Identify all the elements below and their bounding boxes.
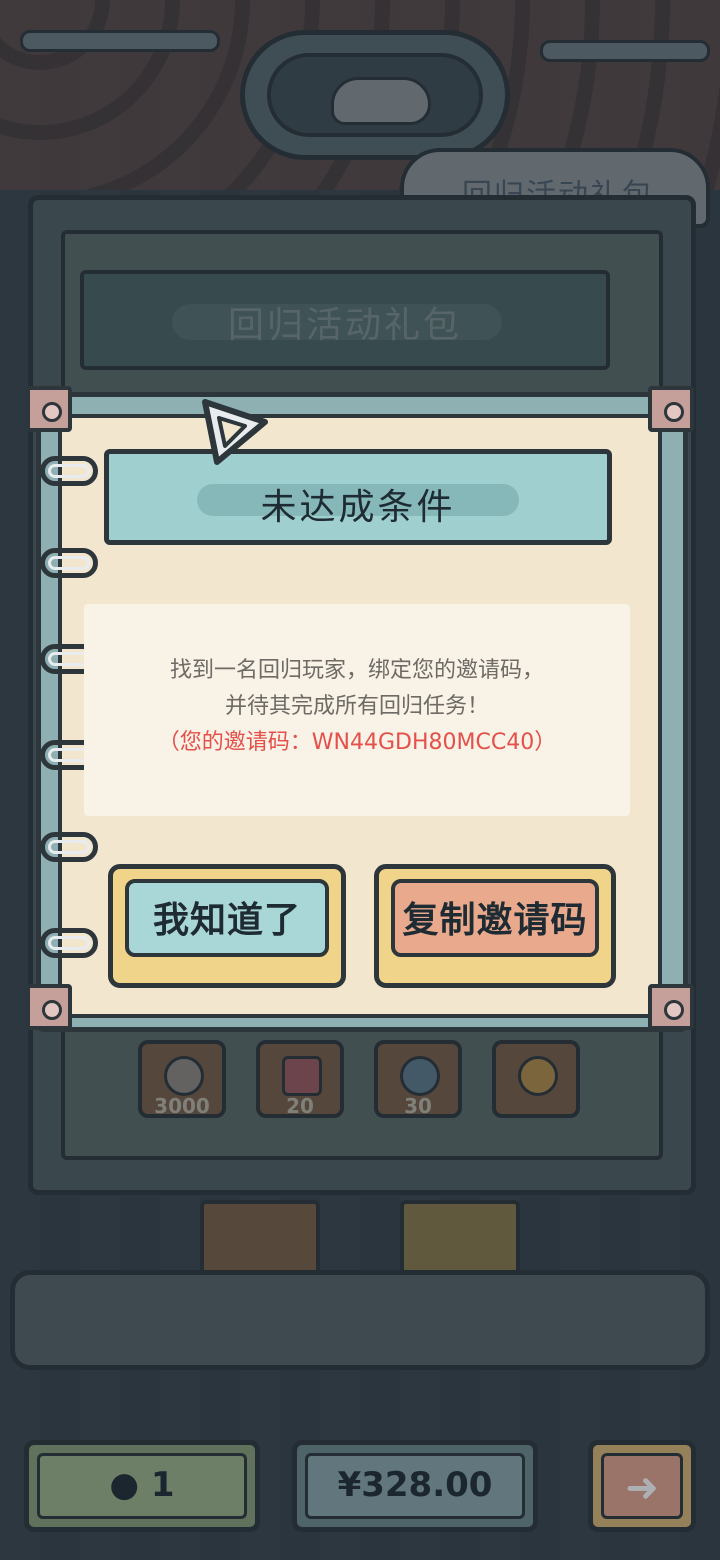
frame-corner [648,984,694,1030]
frame-corner [26,984,72,1030]
frame-corner [26,386,72,432]
frame-corner [648,386,694,432]
copy-invite-code-label: 复制邀请码 [402,900,588,941]
dialog-title-bar: 未达成条件 [104,449,612,545]
binder-ring [40,456,98,486]
invite-code-text: （您的邀请码：WN44GDH80MCC40） [157,730,557,755]
message-line: 并待其完成所有回归任务！ [224,694,489,719]
copy-invite-code-button[interactable]: 复制邀请码 [374,864,616,988]
dialog-title: 未达成条件 [260,487,456,528]
paper-clip-icon [202,399,268,465]
message-box: 找到一名回归玩家，绑定您的邀请码， 并待其完成所有回归任务！ （您的邀请码：WN… [84,604,630,816]
binder-ring [40,548,98,578]
ok-button-label: 我知道了 [152,900,301,941]
message-line: 找到一名回归玩家，绑定您的邀请码， [169,658,544,683]
binder-ring [40,832,98,862]
binder-ring [40,928,98,958]
ok-button[interactable]: 我知道了 [108,864,346,988]
game-screen: 回归活动礼包 回归活动礼包 3000 20 30 ● 1 ¥328.00 ➜ [0,0,720,1560]
